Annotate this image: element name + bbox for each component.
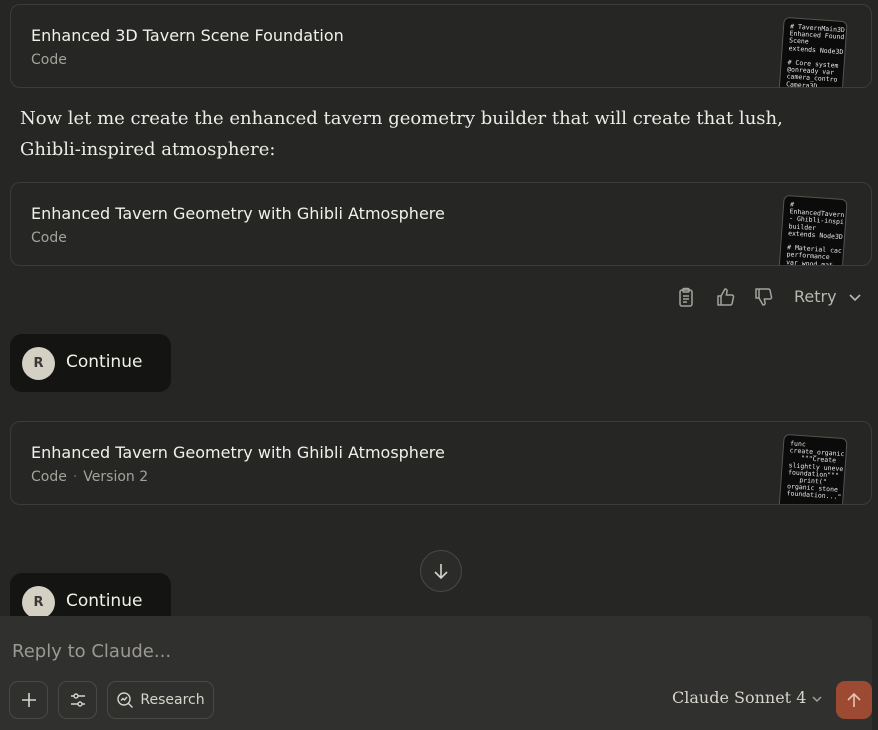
- artifact-meta: Code: [31, 230, 67, 246]
- artifact-preview: # TavernMain3D Enhanced Found Scene exte…: [785, 22, 846, 88]
- artifact-kind: Code: [31, 52, 67, 68]
- artifact-thumbnail: # TavernMain3D Enhanced Found Scene exte…: [778, 16, 848, 88]
- plus-icon: [21, 693, 36, 707]
- avatar: R: [22, 347, 55, 380]
- user-message-text: Continue: [66, 591, 143, 611]
- user-message: R Continue: [10, 334, 171, 392]
- message-actions: Retry: [0, 284, 878, 312]
- clipboard-icon[interactable]: [675, 286, 697, 308]
- tools-button[interactable]: [58, 681, 97, 719]
- retry-button[interactable]: Retry: [794, 287, 837, 306]
- artifact-thumbnail: # EnhancedTavern - Ghibli-inspi builder …: [778, 194, 848, 266]
- research-icon: [117, 692, 134, 708]
- artifact-title: Enhanced Tavern Geometry with Ghibli Atm…: [31, 204, 445, 223]
- send-button[interactable]: [836, 681, 872, 719]
- artifact-kind: Code: [31, 230, 67, 246]
- add-button[interactable]: [9, 681, 48, 719]
- arrow-down-icon: [434, 564, 448, 580]
- artifact-meta: Code: [31, 52, 67, 68]
- thumbs-up-icon[interactable]: [714, 286, 736, 308]
- chevron-down-icon[interactable]: [848, 289, 862, 303]
- research-label: Research: [140, 692, 205, 708]
- artifact-preview: func create_organic """Create slightly u…: [786, 439, 845, 502]
- chevron-down-icon: [812, 696, 822, 702]
- artifact-preview: # EnhancedTavern - Ghibli-inspi builder …: [785, 200, 845, 266]
- artifact-version: Version 2: [83, 469, 149, 485]
- artifact-card[interactable]: Enhanced Tavern Geometry with Ghibli Atm…: [10, 182, 872, 266]
- sliders-icon: [70, 693, 85, 707]
- artifact-thumbnail: func create_organic """Create slightly u…: [778, 433, 848, 504]
- composer: Research Claude Sonnet 4: [0, 616, 872, 730]
- thumbs-down-icon[interactable]: [752, 286, 774, 308]
- avatar: R: [22, 586, 55, 619]
- scroll-to-bottom-button[interactable]: [420, 550, 462, 592]
- artifact-card[interactable]: Enhanced Tavern Geometry with Ghibli Atm…: [10, 421, 872, 505]
- model-selector[interactable]: Claude Sonnet 4: [672, 688, 823, 707]
- meta-separator: ·: [72, 469, 78, 485]
- research-button[interactable]: Research: [107, 681, 214, 719]
- artifact-meta: Code · Version 2: [31, 469, 148, 485]
- artifact-title: Enhanced Tavern Geometry with Ghibli Atm…: [31, 443, 445, 462]
- artifact-card[interactable]: Enhanced 3D Tavern Scene Foundation Code…: [10, 4, 872, 88]
- user-message-text: Continue: [66, 352, 143, 372]
- reply-input[interactable]: [10, 638, 614, 664]
- artifact-kind: Code: [31, 469, 67, 485]
- artifact-title: Enhanced 3D Tavern Scene Foundation: [31, 26, 344, 45]
- arrow-up-icon: [847, 692, 861, 707]
- model-label: Claude Sonnet 4: [672, 688, 807, 707]
- assistant-message: Now let me create the enhanced tavern ge…: [20, 108, 783, 160]
